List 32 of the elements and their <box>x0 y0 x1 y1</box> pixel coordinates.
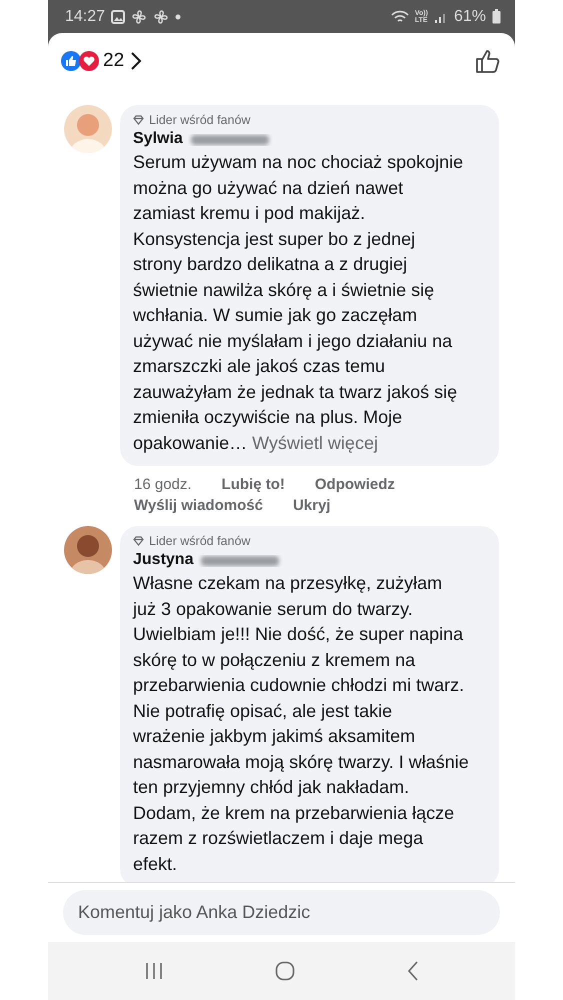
comment-field[interactable]: Komentuj jako Anka Dziedzic <box>63 890 500 935</box>
comment-time: 16 godz. <box>134 476 192 493</box>
heart-reaction-icon <box>79 50 99 70</box>
diamond-icon <box>133 115 144 125</box>
battery-percent: 61% <box>454 8 486 26</box>
comment-action[interactable]: Odpowiedz <box>314 476 395 493</box>
comment-action[interactable]: Wyślij wiadomość <box>134 497 263 514</box>
battery-icon <box>492 9 501 24</box>
comment-text: Własne czekam na przesyłkę, zużyłam już 3 opakowanie serum do twarzy. Uwielbiam je!!! Nie dość, że super napina skórę to w połączeniu z kremem na przebarwienia cudownie chłodzi mi twarz. Nie potrafię opisać, ale jest takie wrażenie jakbym jakimś aksamitem nasmarowała moją skórę twarzy. I właśnie ten przyjemny chłód jak nakładam. Dodam, że krem na przebarwienia łącze razem z rozświetlaczem i daje mega efekt. <box>133 572 469 876</box>
see-more-link[interactable]: Wyświetl więcej <box>252 432 378 452</box>
fan-label: Lider wśród fanów <box>149 113 250 127</box>
clock: 14:27 <box>65 8 106 26</box>
comment-text: Serum używam na noc chociaż spokojnie można go używać na dzień nawet zamiast kremu i pod makijaż. Konsystencja jest super bo z jednej strony bardzo delikatna a z drugiej świetnie nawilża skórę a i świetnie się wchłania. W sumie jak go zaczęłam używać nie myślałam i jego działaniu na zmarszczki ale jakoś czas temu zauważyłam że jednak ta twarz jakoś się zmieniła oczywiście na plus. Moje opakowanie… Wyświetl więcej <box>133 151 464 455</box>
avatar[interactable] <box>64 526 112 574</box>
home-icon[interactable] <box>275 961 296 981</box>
image-icon <box>111 10 126 24</box>
reaction-count[interactable]: 22 <box>103 50 124 72</box>
diamond-icon <box>133 536 144 546</box>
fan-label: Lider wśród fanów <box>149 534 250 548</box>
commenter-name[interactable]: Justyna <box>133 551 194 569</box>
wifi-icon <box>390 10 409 24</box>
comment-action[interactable]: Lubię to! <box>222 476 285 493</box>
commenter-name[interactable]: Sylwia <box>133 130 183 148</box>
comment-action[interactable]: Ukryj <box>292 497 330 514</box>
like-reaction-icon <box>61 50 81 70</box>
fan-icon <box>153 8 170 24</box>
chevron-right-icon[interactable] <box>130 50 142 70</box>
recent-apps-icon[interactable] <box>144 962 164 980</box>
thumbs-up-icon[interactable] <box>475 48 501 74</box>
back-icon[interactable] <box>407 961 420 981</box>
dot-icon <box>175 14 182 20</box>
fan-icon <box>131 8 148 24</box>
